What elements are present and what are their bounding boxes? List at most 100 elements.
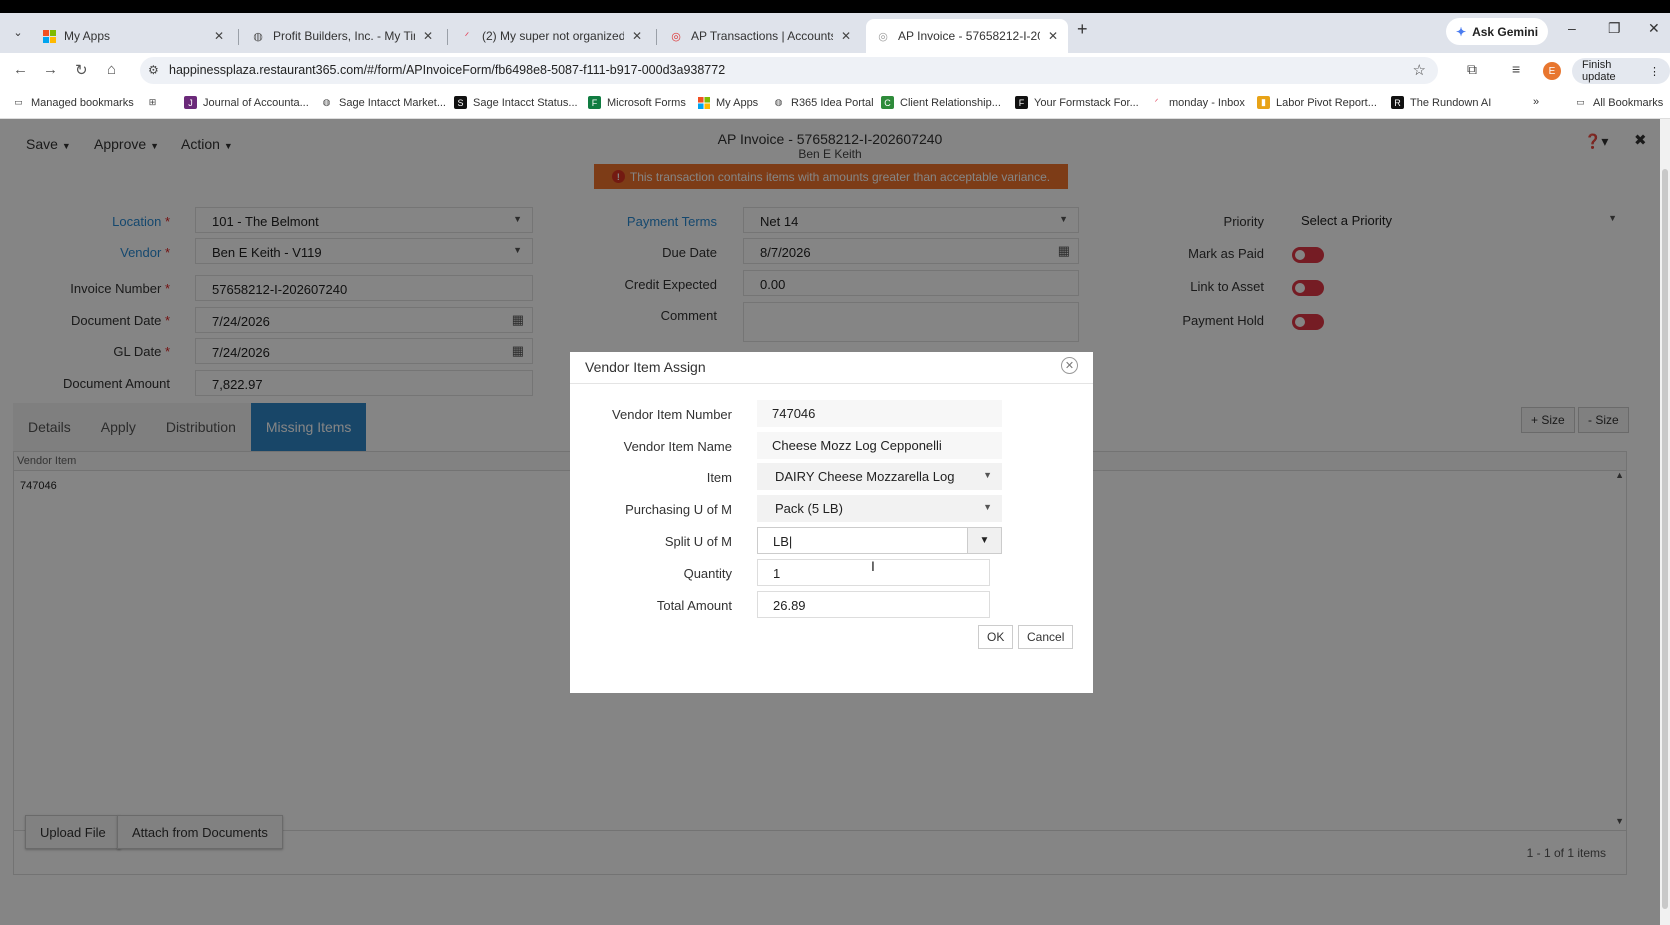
bookmark-monday-inbox[interactable]: ᐟ monday - Inbox bbox=[1150, 96, 1245, 109]
folder-icon: ▭ bbox=[1576, 97, 1585, 107]
close-icon[interactable]: ✕ bbox=[1048, 29, 1058, 43]
bookmark-journal[interactable]: J Journal of Accounta... bbox=[184, 96, 309, 109]
extensions-icon[interactable]: ⧉ bbox=[1467, 61, 1477, 78]
kebab-menu-icon: ⋮ bbox=[1649, 65, 1660, 78]
sage-logo-icon: S bbox=[454, 96, 467, 109]
reload-icon[interactable]: ↻ bbox=[75, 61, 88, 79]
browser-tab-strip: ⌄ My Apps ✕ ◍ Profit Builders, Inc. - My… bbox=[0, 13, 1670, 53]
split-uom-label: Split U of M bbox=[664, 534, 732, 549]
rundown-logo-icon: R bbox=[1391, 96, 1404, 109]
bookmark-label: monday - Inbox bbox=[1169, 96, 1245, 109]
tab-separator bbox=[656, 29, 657, 45]
media-control-icon[interactable]: ≡ bbox=[1512, 61, 1520, 77]
close-icon[interactable]: ✕ bbox=[214, 29, 224, 43]
tab-title: (2) My super not organized tas bbox=[482, 29, 624, 43]
scrollbar-thumb[interactable] bbox=[1662, 169, 1668, 909]
monday-logo-icon: ᐟ bbox=[464, 30, 470, 43]
divider bbox=[570, 383, 1093, 384]
new-tab-button[interactable]: + bbox=[1077, 19, 1088, 40]
ok-button[interactable]: OK bbox=[978, 625, 1014, 649]
bookmark-labor-pivot[interactable]: ▮ Labor Pivot Report... bbox=[1257, 96, 1377, 109]
r365-logo-icon: ◎ bbox=[671, 30, 681, 43]
bookmark-r365-idea[interactable]: ◍ R365 Idea Portal bbox=[772, 96, 874, 109]
tab-search-chevron-icon[interactable]: ⌄ bbox=[8, 22, 28, 42]
item-select[interactable]: DAIRY Cheese Mozzarella Log ▼ bbox=[757, 463, 1002, 490]
microsoft-logo-icon bbox=[697, 96, 710, 109]
apps-grid-icon[interactable]: ⊞ bbox=[146, 96, 165, 109]
bookmark-formstack[interactable]: F Your Formstack For... bbox=[1015, 96, 1139, 109]
bookmark-sage-market[interactable]: ◍ Sage Intacct Market... bbox=[320, 96, 446, 109]
gemini-sparkle-icon: ✦ bbox=[1456, 24, 1467, 39]
globe-icon: ◍ bbox=[253, 30, 263, 43]
bookmark-microsoft-forms[interactable]: F Microsoft Forms bbox=[588, 96, 686, 109]
browser-tab-ap-transactions[interactable]: ◎ AP Transactions | Accounts Pay ✕ bbox=[659, 19, 861, 53]
finish-update-button[interactable]: Finish update ⋮ bbox=[1572, 58, 1670, 84]
text-cursor-icon: I bbox=[871, 558, 875, 574]
vendor-item-name-field[interactable]: Cheese Mozz Log Cepponelli bbox=[757, 432, 1002, 459]
url-bar[interactable]: ⚙ happinessplaza.restaurant365.com/#/for… bbox=[140, 57, 1438, 84]
sheet-logo-icon: C bbox=[881, 96, 894, 109]
total-amount-label: Total Amount bbox=[656, 598, 732, 613]
tab-title: AP Invoice - 57658212-I-20260 bbox=[898, 29, 1040, 43]
bookmark-label: R365 Idea Portal bbox=[791, 96, 874, 109]
globe-icon: ◍ bbox=[322, 97, 331, 107]
bookmark-rundown-ai[interactable]: R The Rundown AI bbox=[1391, 96, 1491, 109]
ask-gemini-label: Ask Gemini bbox=[1472, 24, 1539, 39]
bookmark-sage-status[interactable]: S Sage Intacct Status... bbox=[454, 96, 578, 109]
total-amount-field[interactable]: 26.89 bbox=[757, 591, 990, 618]
bookmark-managed[interactable]: ▭ Managed bookmarks bbox=[12, 96, 134, 109]
bookmark-client-relationship[interactable]: C Client Relationship... bbox=[881, 96, 1001, 109]
split-uom-select[interactable]: LB| ▼ bbox=[757, 527, 1002, 554]
tab-title: Profit Builders, Inc. - My Time bbox=[273, 29, 415, 43]
vendor-item-number-field[interactable]: 747046 bbox=[757, 400, 1002, 427]
forward-icon[interactable]: → bbox=[43, 61, 58, 78]
chevron-down-icon[interactable]: ▼ bbox=[967, 528, 1001, 553]
chart-logo-icon: ▮ bbox=[1257, 96, 1270, 109]
text-caret: | bbox=[788, 534, 793, 549]
quantity-label: Quantity bbox=[683, 566, 732, 581]
tab-title: AP Transactions | Accounts Pay bbox=[691, 29, 833, 43]
bookmark-label: Sage Intacct Status... bbox=[473, 96, 578, 109]
dialog-title: Vendor Item Assign bbox=[585, 359, 706, 375]
restore-icon[interactable]: ❐ bbox=[1608, 20, 1621, 37]
formstack-logo-icon: F bbox=[1015, 96, 1028, 109]
page-scrollbar[interactable] bbox=[1660, 119, 1670, 925]
journal-logo-icon: J bbox=[184, 96, 197, 109]
chevron-down-icon: ▼ bbox=[983, 502, 992, 512]
bookmarks-overflow-icon[interactable]: » bbox=[1533, 96, 1539, 108]
browser-tab-my-apps[interactable]: My Apps ✕ bbox=[32, 19, 234, 53]
ask-gemini-button[interactable]: ✦ Ask Gemini bbox=[1446, 18, 1549, 45]
close-icon[interactable]: ✕ bbox=[841, 29, 851, 43]
site-info-icon[interactable]: ⚙ bbox=[148, 63, 159, 77]
bookmark-star-icon[interactable]: ☆ bbox=[1413, 61, 1426, 79]
all-bookmarks[interactable]: ▭ All Bookmarks bbox=[1574, 96, 1663, 109]
purchasing-uom-label: Purchasing U of M bbox=[625, 502, 732, 517]
cancel-button[interactable]: Cancel bbox=[1018, 625, 1074, 649]
bookmark-label: Managed bookmarks bbox=[31, 96, 134, 109]
globe-icon: ◍ bbox=[774, 97, 783, 107]
back-icon[interactable]: ← bbox=[13, 61, 28, 78]
minimize-icon[interactable]: – bbox=[1568, 20, 1576, 36]
close-icon[interactable]: ✕ bbox=[1061, 357, 1078, 374]
browser-tab-ap-invoice[interactable]: ◎ AP Invoice - 57658212-I-20260 ✕ bbox=[866, 19, 1068, 53]
chevron-down-icon: ▼ bbox=[983, 470, 992, 480]
browser-address-row: ← → ↻ ⌂ ⚙ happinessplaza.restaurant365.c… bbox=[0, 53, 1670, 87]
item-label: Item bbox=[706, 470, 732, 485]
browser-tab-monday[interactable]: ᐟ (2) My super not organized tas ✕ bbox=[450, 19, 652, 53]
home-icon[interactable]: ⌂ bbox=[107, 61, 116, 78]
browser-tab-profit-builders[interactable]: ◍ Profit Builders, Inc. - My Time ✕ bbox=[241, 19, 443, 53]
tab-title: My Apps bbox=[64, 29, 111, 43]
window-close-icon[interactable]: ✕ bbox=[1648, 20, 1660, 37]
finish-update-label: Finish update bbox=[1582, 59, 1616, 83]
purchasing-uom-select[interactable]: Pack (5 LB) ▼ bbox=[757, 495, 1002, 522]
tab-separator bbox=[238, 29, 239, 45]
profile-avatar[interactable]: E bbox=[1543, 62, 1561, 80]
forms-logo-icon: F bbox=[588, 96, 601, 109]
bookmark-label: Client Relationship... bbox=[900, 96, 1001, 109]
folder-icon: ▭ bbox=[14, 97, 23, 107]
close-icon[interactable]: ✕ bbox=[423, 29, 433, 43]
bookmark-my-apps[interactable]: My Apps bbox=[697, 96, 758, 109]
close-icon[interactable]: ✕ bbox=[632, 29, 642, 43]
bookmark-label: Your Formstack For... bbox=[1034, 96, 1139, 109]
vendor-item-assign-dialog: Vendor Item Assign ✕ Vendor Item Number … bbox=[570, 352, 1093, 693]
